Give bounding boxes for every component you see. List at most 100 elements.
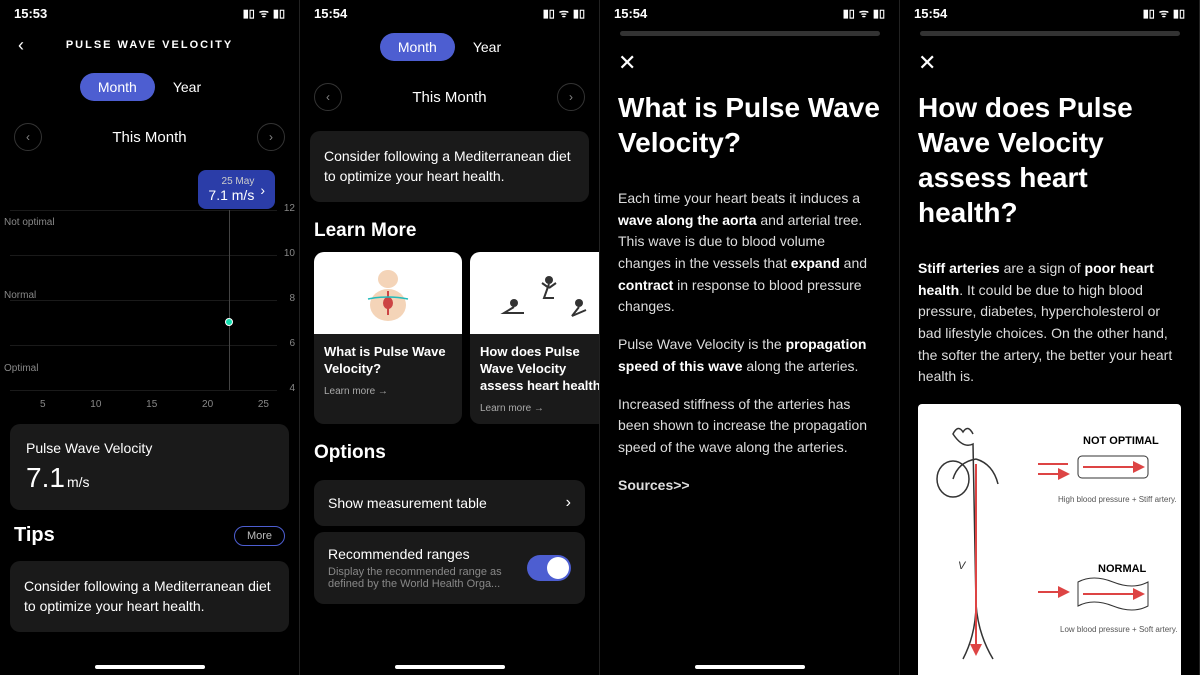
more-button[interactable]: More	[234, 526, 285, 546]
x-axis: 5 10 15 20 25	[40, 399, 269, 410]
back-icon[interactable]: ‹	[18, 35, 24, 56]
learn-card-assess-health[interactable]: How does Pulse Wave Velocity assess hear…	[470, 252, 599, 424]
home-indicator[interactable]	[395, 665, 505, 669]
chevron-right-icon: ›	[566, 494, 571, 512]
tips-title: Tips	[14, 524, 55, 547]
article: What is Pulse Wave Velocity? Each time y…	[600, 90, 899, 496]
learn-more-link: Learn more →	[324, 386, 452, 397]
month-nav: ‹ This Month ›	[300, 69, 599, 125]
summary-value: 7.1	[26, 462, 65, 493]
summary-card[interactable]: Pulse Wave Velocity 7.1m/s	[10, 424, 289, 510]
battery-icon: ▮▯	[273, 7, 285, 20]
wifi-icon: ᯤ	[259, 6, 269, 21]
home-indicator[interactable]	[995, 665, 1105, 669]
anatomy-illustration	[314, 252, 462, 334]
article-body: Each time your heart beats it induces a …	[618, 188, 881, 496]
tip-card[interactable]: Consider following a Mediterranean diet …	[310, 131, 589, 202]
option-measurement-table[interactable]: Show measurement table ›	[314, 480, 585, 526]
svg-text:Low blood pressure + Soft arte: Low blood pressure + Soft artery.	[1060, 625, 1177, 634]
status-icons: ▮▯ᯤ▮▯	[543, 6, 585, 21]
learn-more-link: Learn more →	[480, 403, 599, 414]
battery-icon: ▮▯	[573, 7, 585, 20]
option-label: Show measurement table	[328, 495, 487, 511]
article-title: What is Pulse Wave Velocity?	[618, 90, 881, 160]
status-time: 15:54	[614, 6, 647, 21]
wifi-icon: ᯤ	[1159, 6, 1169, 21]
screen-pwv-chart: 15:53 ▮▯ ᯤ ▮▯ ‹ PULSE WAVE VELOCITY Month …	[0, 0, 300, 675]
data-point[interactable]	[225, 318, 233, 326]
next-month-icon[interactable]: ›	[257, 123, 285, 151]
status-bar: 15:54 ▮▯ ᯤ ▮▯	[600, 0, 899, 25]
pwv-chart[interactable]: 25 May 7.1 m/s › 12 Not optimal 10 Norma…	[0, 165, 299, 410]
month-label: This Month	[112, 129, 186, 146]
tooltip-value: 7.1 m/s	[208, 187, 254, 203]
x-tick: 20	[202, 399, 213, 410]
close-icon[interactable]: ✕	[900, 36, 1199, 90]
band-label: Not optimal	[4, 217, 55, 228]
status-icons: ▮▯ ᯤ ▮▯	[1143, 6, 1185, 21]
prev-month-icon[interactable]: ‹	[14, 123, 42, 151]
prev-month-icon[interactable]: ‹	[314, 83, 342, 111]
svg-text:NORMAL: NORMAL	[1098, 563, 1147, 575]
option-recommended-ranges[interactable]: Recommended ranges Display the recommend…	[314, 532, 585, 604]
month-label: This Month	[412, 89, 486, 106]
summary-title: Pulse Wave Velocity	[26, 440, 273, 456]
home-indicator[interactable]	[695, 665, 805, 669]
period-toggle: Month Year	[0, 73, 299, 101]
close-icon[interactable]: ✕	[600, 36, 899, 90]
tab-year[interactable]: Year	[155, 73, 219, 101]
status-time: 15:54	[914, 6, 947, 21]
status-time: 15:54	[314, 6, 347, 21]
tab-month[interactable]: Month	[80, 73, 155, 101]
screen-article-assess: 15:54 ▮▯ ᯤ ▮▯ ✕ How does Pulse Wave Veloci…	[900, 0, 1200, 675]
status-time: 15:53	[14, 6, 47, 21]
battery-icon: ▮▯	[1173, 7, 1185, 20]
screen-learn-more: 15:54 ▮▯ᯤ▮▯ Month Year ‹ This Month › Co…	[300, 0, 600, 675]
y-tick: 4	[289, 383, 295, 394]
card-title: What is Pulse Wave Velocity?	[324, 344, 452, 378]
signal-icon: ▮▯	[843, 7, 855, 20]
x-tick: 10	[90, 399, 101, 410]
header: ‹ PULSE WAVE VELOCITY	[0, 25, 299, 65]
option-description: Display the recommended range as defined…	[328, 566, 527, 590]
band-label: Optimal	[4, 363, 38, 374]
chevron-right-icon: ›	[260, 182, 265, 198]
x-tick: 25	[258, 399, 269, 410]
battery-icon: ▮▯	[873, 7, 885, 20]
data-guideline	[229, 210, 230, 390]
tip-card[interactable]: Consider following a Mediterranean diet …	[10, 561, 289, 632]
learn-card-what-is-pwv[interactable]: What is Pulse Wave Velocity? Learn more …	[314, 252, 462, 424]
x-tick: 5	[40, 399, 46, 410]
next-month-icon[interactable]: ›	[557, 83, 585, 111]
home-indicator[interactable]	[95, 665, 205, 669]
article-body: Stiff arteries are a sign of poor heart …	[918, 258, 1181, 388]
status-bar: 15:53 ▮▯ ᯤ ▮▯	[0, 0, 299, 25]
status-icons: ▮▯ ᯤ ▮▯	[843, 6, 885, 21]
svg-text:High blood pressure + Stiff ar: High blood pressure + Stiff artery.	[1058, 495, 1177, 504]
y-tick: 6	[289, 338, 295, 349]
data-tooltip[interactable]: 25 May 7.1 m/s ›	[198, 170, 275, 209]
screen-article-what-is: 15:54 ▮▯ ᯤ ▮▯ ✕ What is Pulse Wave Velocit…	[600, 0, 900, 675]
card-title: How does Pulse Wave Velocity assess hear…	[480, 344, 599, 395]
signal-icon: ▮▯	[243, 7, 255, 20]
tab-month[interactable]: Month	[380, 33, 455, 61]
y-tick: 12	[284, 203, 295, 214]
toggle-switch[interactable]	[527, 555, 571, 581]
signal-icon: ▮▯	[543, 7, 555, 20]
option-label: Recommended ranges	[328, 546, 527, 562]
wifi-icon: ᯤ	[859, 6, 869, 21]
summary-unit: m/s	[67, 474, 90, 490]
tips-header: Tips More	[0, 524, 299, 547]
page-title: PULSE WAVE VELOCITY	[66, 39, 233, 51]
exercise-illustration	[470, 252, 599, 334]
month-nav: ‹ This Month ›	[0, 109, 299, 165]
svg-text:NOT OPTIMAL: NOT OPTIMAL	[1083, 435, 1159, 447]
signal-icon: ▮▯	[1143, 7, 1155, 20]
status-bar: 15:54 ▮▯ ᯤ ▮▯	[900, 0, 1199, 25]
period-toggle: Month Year	[300, 33, 599, 61]
y-tick: 8	[289, 293, 295, 304]
sources-link[interactable]: Sources>>	[618, 475, 881, 497]
article-title: How does Pulse Wave Velocity assess hear…	[918, 90, 1181, 230]
tab-year[interactable]: Year	[455, 33, 519, 61]
tooltip-date: 25 May	[222, 176, 255, 187]
